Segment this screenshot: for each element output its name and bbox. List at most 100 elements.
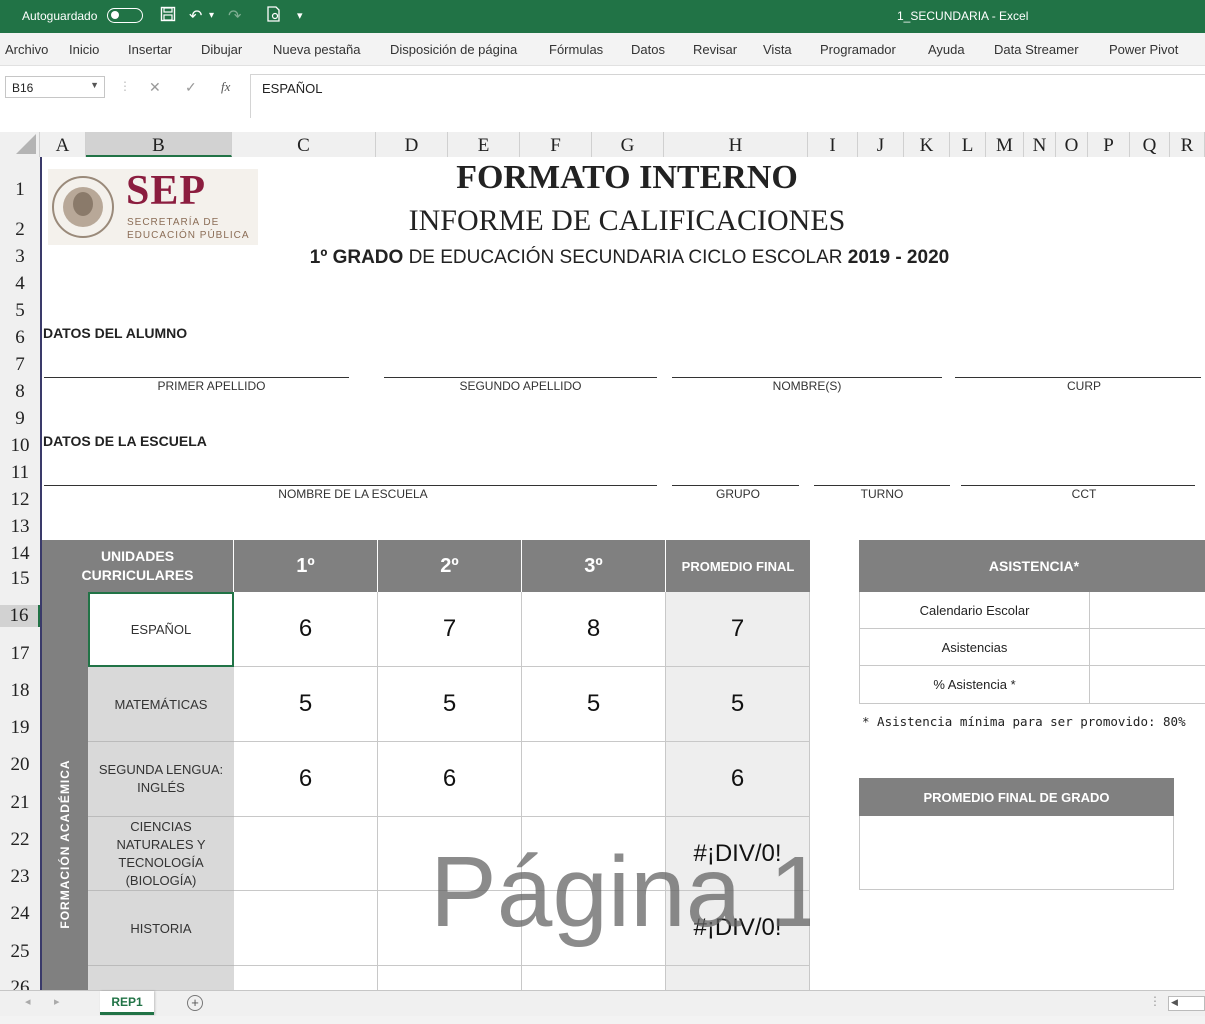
save-icon[interactable] (160, 6, 176, 27)
tab-rep1[interactable]: REP1 (100, 991, 154, 1015)
name-box[interactable]: B16 ▼ (5, 76, 105, 98)
row-header[interactable]: 3 (0, 246, 40, 268)
row-header[interactable]: 2 (0, 219, 40, 241)
col-header-f[interactable]: F (520, 132, 592, 157)
add-sheet-icon[interactable]: + (187, 995, 203, 1011)
menu-dibujar[interactable]: Dibujar (201, 42, 242, 57)
cancel-icon[interactable]: ✕ (149, 79, 161, 96)
menu-archivo[interactable]: Archivo (5, 42, 48, 57)
menu-vista[interactable]: Vista (763, 42, 792, 57)
final-grade-cell[interactable]: 6 (666, 742, 810, 817)
row-header[interactable]: 10 (0, 435, 40, 457)
row-header[interactable]: 25 (0, 941, 40, 963)
subject-cell[interactable]: SEGUNDA LENGUA: INGLÉS (88, 742, 234, 817)
grade-cell[interactable] (522, 742, 666, 817)
row-header[interactable]: 6 (0, 327, 40, 349)
menu-ayuda[interactable]: Ayuda (928, 42, 965, 57)
grade-cell[interactable] (378, 891, 522, 966)
undo-dropdown-icon[interactable]: ▾ (209, 10, 214, 21)
menu-datos[interactable]: Datos (631, 42, 665, 57)
final-grade-cell[interactable]: 5 (666, 667, 810, 742)
row-header[interactable]: 4 (0, 273, 40, 295)
final-grade-cell[interactable]: 7 (666, 592, 810, 667)
grade-cell[interactable] (234, 891, 378, 966)
subject-cell[interactable]: MATEMÁTICAS (88, 667, 234, 742)
col-header-j[interactable]: J (858, 132, 904, 157)
col-header-b[interactable]: B (86, 132, 232, 157)
horizontal-scrollbar[interactable]: ◀ (1168, 996, 1205, 1011)
grade-cell[interactable]: 6 (378, 742, 522, 817)
col-header-i[interactable]: I (808, 132, 858, 157)
menu-programador[interactable]: Programador (820, 42, 896, 57)
col-header-c[interactable]: C (232, 132, 376, 157)
worksheet-grid[interactable]: SEP SECRETARÍA DE EDUCACIÓN PÚBLICA FORM… (40, 157, 1205, 990)
customize-qat-icon[interactable]: ▾ (297, 9, 303, 22)
grade-cell[interactable] (378, 966, 522, 990)
confirm-icon[interactable]: ✓ (185, 79, 197, 96)
menu-data-streamer[interactable]: Data Streamer (994, 42, 1079, 57)
grade-cell[interactable]: 5 (234, 667, 378, 742)
row-header-selected[interactable]: 16 (0, 605, 40, 627)
final-grade-cell[interactable]: #¡DIV/0! (666, 891, 810, 966)
col-header-e[interactable]: E (448, 132, 520, 157)
row-header[interactable]: 12 (0, 489, 40, 511)
final-grade-cell[interactable] (666, 966, 810, 990)
subject-cell[interactable]: CIENCIAS NATURALES Y TECNOLOGÍA (BIOLOGÍ… (88, 817, 234, 891)
col-header-r[interactable]: R (1170, 132, 1205, 157)
redo-icon[interactable]: ↷ (228, 6, 241, 26)
selected-cell-espanol[interactable]: ESPAÑOL (88, 592, 234, 667)
col-header-m[interactable]: M (986, 132, 1024, 157)
grade-cell[interactable]: 6 (234, 742, 378, 817)
grade-cell[interactable]: 8 (522, 592, 666, 667)
final-grade-cell[interactable]: #¡DIV/0! (666, 817, 810, 891)
row-header[interactable]: 13 (0, 516, 40, 538)
col-header-o[interactable]: O (1056, 132, 1088, 157)
grade-cell[interactable]: 5 (378, 667, 522, 742)
col-header-q[interactable]: Q (1130, 132, 1170, 157)
row-header[interactable]: 7 (0, 354, 40, 376)
undo-icon[interactable]: ↶ (189, 6, 202, 26)
row-header[interactable]: 24 (0, 903, 40, 925)
formula-input[interactable]: ESPAÑOL (250, 74, 1205, 118)
row-header[interactable]: 1 (0, 179, 40, 201)
attendance-value-cell[interactable] (1089, 666, 1205, 704)
grade-cell[interactable]: 5 (522, 667, 666, 742)
row-header[interactable]: 17 (0, 643, 40, 665)
col-header-d[interactable]: D (376, 132, 448, 157)
subject-cell[interactable]: HISTORIA (88, 891, 234, 966)
grade-cell[interactable] (522, 966, 666, 990)
col-header-k[interactable]: K (904, 132, 950, 157)
row-header[interactable]: 5 (0, 300, 40, 322)
autosave-toggle[interactable] (107, 8, 143, 23)
select-all-corner[interactable] (0, 132, 40, 157)
tab-scroll-right-icon[interactable]: ▸ (54, 995, 60, 1008)
grade-cell[interactable]: 6 (234, 592, 378, 667)
grade-cell[interactable] (234, 817, 378, 891)
print-preview-icon[interactable] (266, 6, 281, 27)
col-header-l[interactable]: L (950, 132, 986, 157)
grade-cell[interactable] (378, 817, 522, 891)
col-header-h[interactable]: H (664, 132, 808, 157)
scroll-left-icon[interactable]: ◀ (1171, 997, 1178, 1008)
function-icon[interactable]: fx (221, 79, 230, 95)
col-header-a[interactable]: A (40, 132, 86, 157)
row-header[interactable]: 20 (0, 754, 40, 776)
menu-revisar[interactable]: Revisar (693, 42, 737, 57)
row-header[interactable]: 21 (0, 792, 40, 814)
row-header[interactable]: 19 (0, 717, 40, 739)
col-header-n[interactable]: N (1024, 132, 1056, 157)
subject-cell[interactable] (88, 966, 234, 990)
row-header[interactable]: 8 (0, 381, 40, 403)
row-header[interactable]: 23 (0, 866, 40, 888)
final-grade-value-cell[interactable] (859, 816, 1174, 890)
menu-nueva-pestana[interactable]: Nueva pestaña (273, 42, 360, 57)
grade-cell[interactable] (522, 817, 666, 891)
menu-power-pivot[interactable]: Power Pivot (1109, 42, 1178, 57)
grade-cell[interactable] (234, 966, 378, 990)
col-header-p[interactable]: P (1088, 132, 1130, 157)
row-header[interactable]: 11 (0, 462, 40, 484)
row-header[interactable]: 15 (0, 568, 40, 590)
attendance-value-cell[interactable] (1089, 629, 1205, 666)
row-header[interactable]: 22 (0, 829, 40, 851)
menu-formulas[interactable]: Fórmulas (549, 42, 603, 57)
